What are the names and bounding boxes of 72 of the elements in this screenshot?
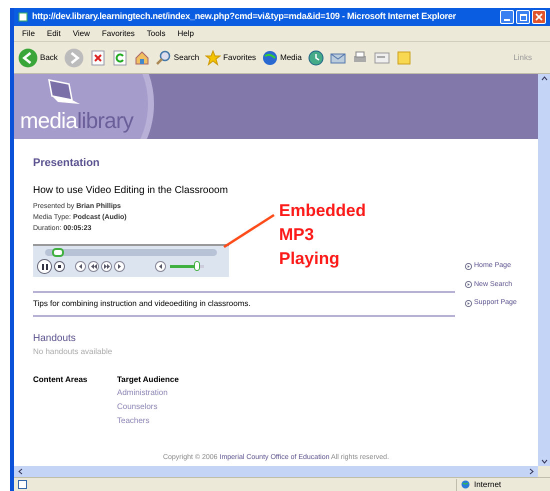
- seek-thumb[interactable]: [52, 248, 64, 257]
- scroll-left-icon: [18, 468, 23, 475]
- back-button[interactable]: Back: [18, 48, 58, 68]
- menu-item[interactable]: Help: [177, 28, 194, 40]
- home-icon: [134, 50, 150, 66]
- menu-item[interactable]: View: [72, 28, 90, 40]
- favorites-button[interactable]: Favorites: [205, 50, 256, 66]
- audience-link[interactable]: Counselors: [117, 401, 179, 413]
- volume-thumb[interactable]: [194, 261, 200, 271]
- stop-button[interactable]: [54, 261, 65, 272]
- horizontal-scrollbar[interactable]: [14, 466, 538, 477]
- forward-button[interactable]: [64, 48, 84, 68]
- content-areas-heading: Content Areas: [33, 374, 88, 385]
- next-button[interactable]: [114, 261, 125, 272]
- stop-icon: [90, 50, 106, 66]
- next-icon: [117, 264, 122, 269]
- page-icon: [18, 12, 28, 22]
- description: Tips for combining instruction and videoediting in classrooms.: [33, 298, 252, 310]
- close-icon: [535, 13, 543, 21]
- scroll-up-icon: [540, 76, 548, 81]
- speaker-icon: [158, 264, 163, 269]
- edit-button[interactable]: [374, 50, 390, 66]
- minimize-button[interactable]: [500, 10, 514, 24]
- refresh-button[interactable]: [112, 50, 128, 66]
- play-circle-icon: [465, 300, 472, 307]
- globe-icon: [262, 50, 278, 66]
- globe-icon: [461, 480, 470, 489]
- rewind-button[interactable]: [88, 261, 99, 272]
- search-icon: [156, 50, 172, 66]
- target-audience-heading: Target Audience: [117, 374, 179, 386]
- seek-track[interactable]: [45, 249, 217, 256]
- pause-button[interactable]: [37, 259, 52, 274]
- window-title: http://dev.library.learningtech.net/index_new.php?cmd=vi&typ=mda&id=109 - Microsoft Internet Explorer: [32, 10, 456, 24]
- vertical-scrollbar[interactable]: [538, 74, 550, 466]
- annotation-text: Embedded MP3 Playing: [279, 200, 366, 270]
- mute-button[interactable]: [155, 261, 166, 272]
- close-button[interactable]: [532, 10, 546, 24]
- scroll-down-icon: [540, 459, 548, 464]
- media-library-logo: medialibrary: [20, 110, 134, 132]
- search-button[interactable]: Search: [156, 50, 200, 66]
- section-title: Presentation: [33, 156, 101, 171]
- menu-item[interactable]: Favorites: [102, 28, 135, 40]
- handouts-heading: Handouts: [33, 332, 77, 346]
- window-icon: [374, 50, 390, 66]
- menu-item[interactable]: File: [22, 28, 35, 40]
- scroll-right-icon: [529, 468, 534, 475]
- refresh-icon: [112, 50, 128, 66]
- pause-icon: [42, 264, 48, 270]
- arrow-right-icon: [64, 48, 84, 68]
- clock-icon: [308, 50, 324, 66]
- handouts-note: No handouts available: [33, 346, 114, 358]
- history-button[interactable]: [308, 50, 324, 66]
- play-circle-icon: [465, 262, 472, 270]
- arrow-left-icon: [18, 48, 38, 68]
- security-zone: Internet: [474, 478, 502, 490]
- media-button[interactable]: Media: [262, 50, 302, 66]
- play-circle-icon: [465, 281, 472, 288]
- audience-link[interactable]: Administration: [117, 387, 179, 399]
- fast-forward-icon: [104, 264, 110, 269]
- maximize-button[interactable]: [516, 10, 530, 24]
- note-button[interactable]: [396, 50, 412, 66]
- page-icon: [18, 480, 27, 489]
- menu-item[interactable]: Edit: [46, 28, 61, 40]
- menu-item[interactable]: Tools: [146, 28, 166, 40]
- previous-button[interactable]: [75, 261, 86, 272]
- fast-forward-button[interactable]: [101, 261, 112, 272]
- note-icon: [396, 50, 412, 66]
- star-icon: [205, 50, 222, 66]
- presentation-title: How to use Video Editing in the Classrooom: [33, 184, 229, 198]
- home-button[interactable]: [134, 50, 150, 66]
- previous-icon: [78, 264, 83, 269]
- rewind-icon: [90, 264, 96, 269]
